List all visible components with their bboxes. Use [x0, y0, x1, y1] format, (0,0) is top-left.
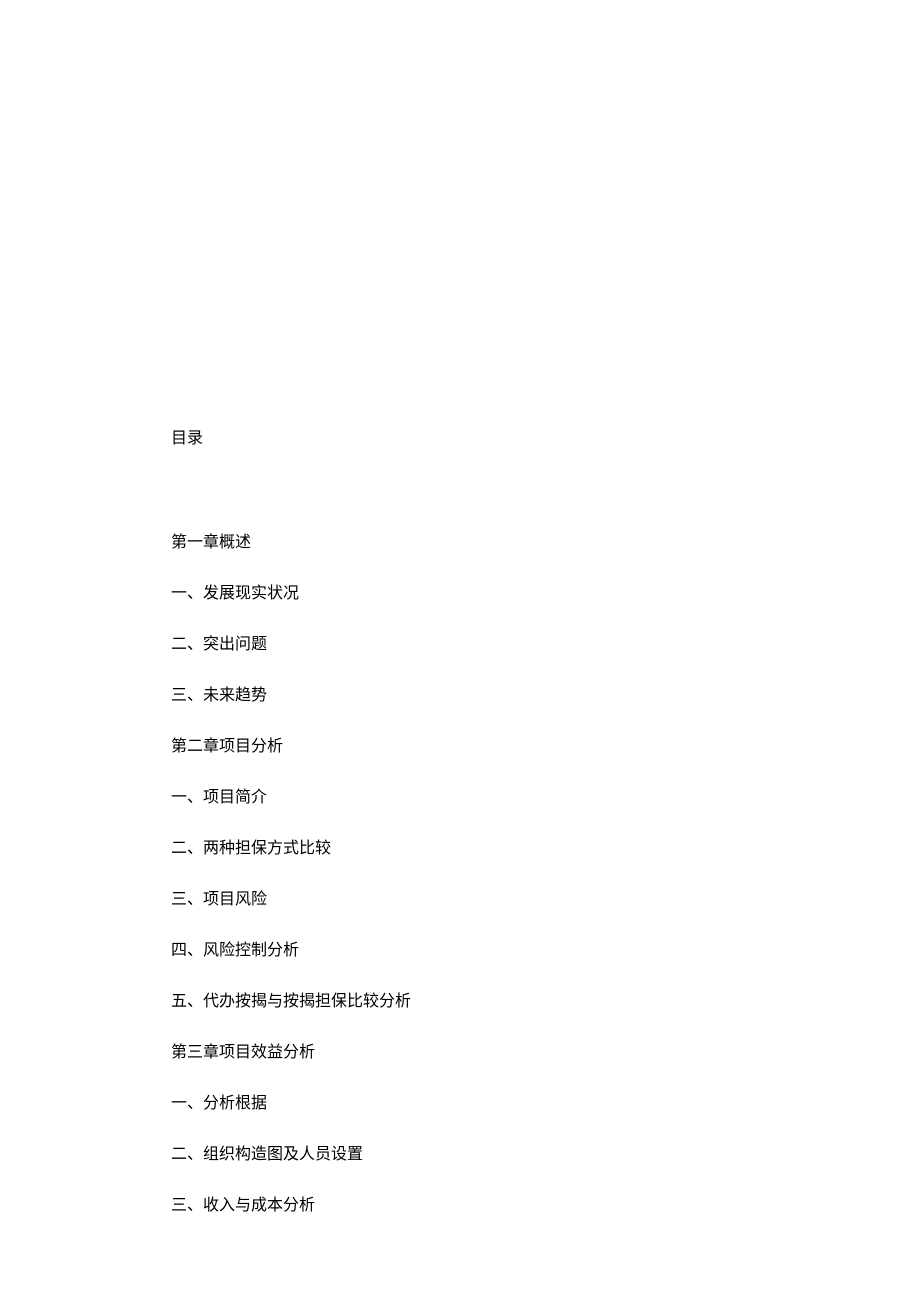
toc-line: 五、代办按揭与按揭担保比较分析	[171, 990, 920, 1014]
toc-line: 一、项目简介	[171, 786, 920, 810]
toc-line: 第一章概述	[171, 531, 920, 555]
document-page: 目录 第一章概述 一、发展现实状况 二、突出问题 三、未来趋势 第二章项目分析 …	[0, 0, 920, 1218]
toc-line: 一、分析根据	[171, 1092, 920, 1116]
toc-line: 四、风险控制分析	[171, 939, 920, 963]
toc-line: 二、两种担保方式比较	[171, 837, 920, 861]
toc-line: 三、项目风险	[171, 888, 920, 912]
toc-line: 一、发展现实状况	[171, 582, 920, 606]
toc-line: 三、收入与成本分析	[171, 1194, 920, 1218]
toc-line: 第二章项目分析	[171, 735, 920, 759]
toc-line: 第三章项目效益分析	[171, 1041, 920, 1065]
toc-line: 二、突出问题	[171, 633, 920, 657]
toc-line: 三、未来趋势	[171, 684, 920, 708]
toc-line: 二、组织构造图及人员设置	[171, 1143, 920, 1167]
toc-title: 目录	[171, 427, 920, 451]
